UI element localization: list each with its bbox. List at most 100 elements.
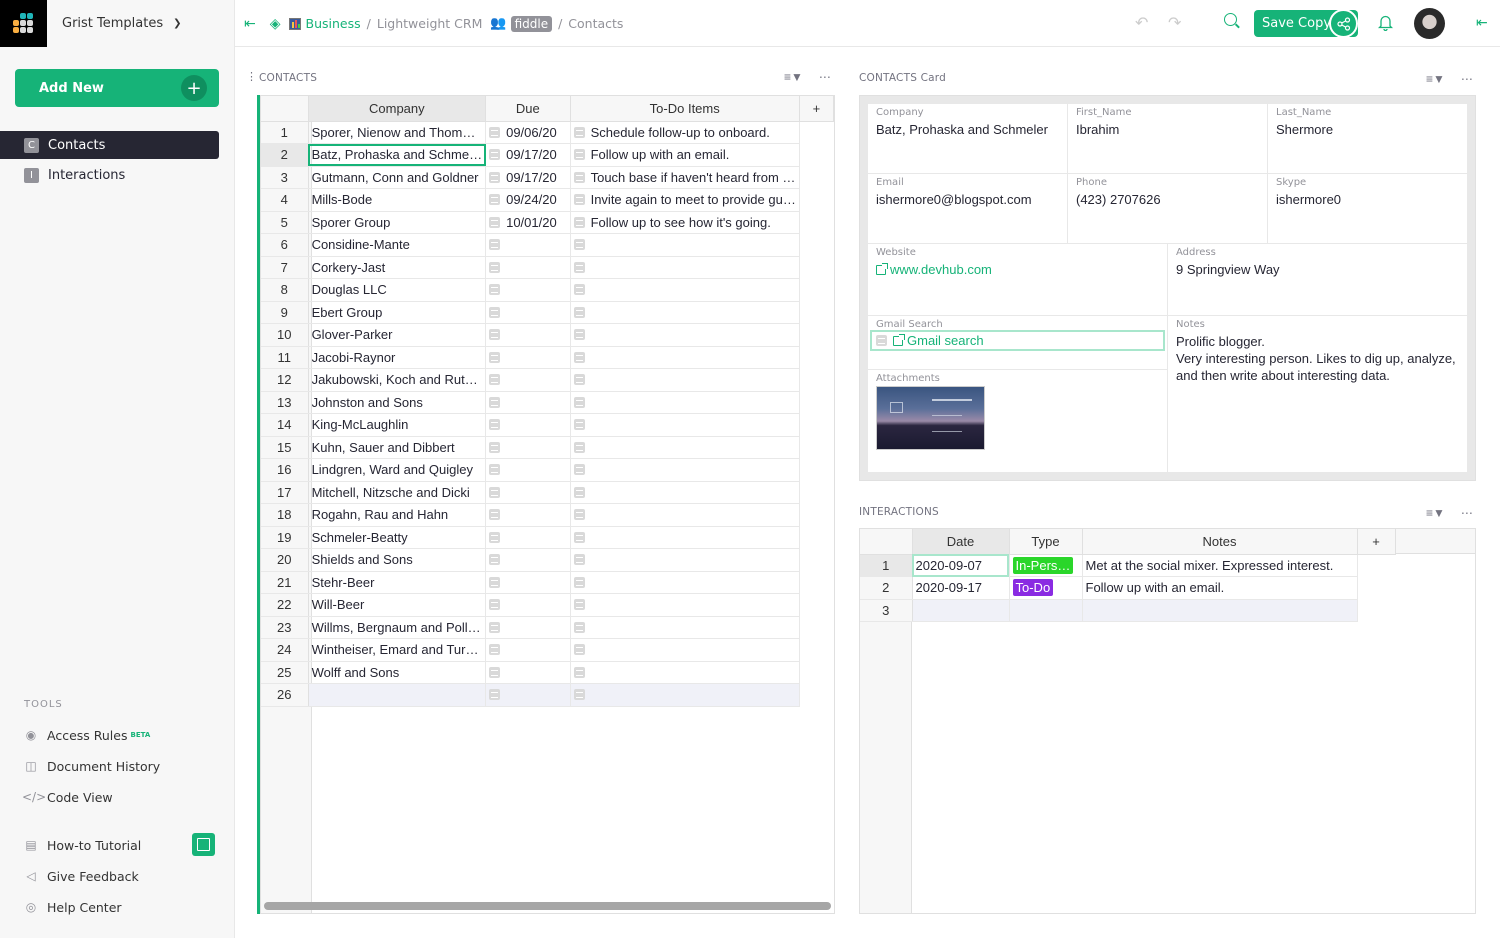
table-row[interactable]: 2 Batz, Prohaska and Schme… 09/17/20 Follow… [261, 143, 834, 167]
field-notes[interactable]: Notes Prolific blogger. Very interesting… [1168, 316, 1467, 472]
table-row[interactable]: 5 Sporer Group 10/01/20 Follow up to see ho… [261, 211, 834, 234]
table-row[interactable]: 15 Kuhn, Sauer and Dibbert [261, 436, 834, 459]
cell-company[interactable] [308, 683, 487, 707]
cell-due[interactable] [485, 616, 571, 639]
row-number[interactable]: 2 [860, 576, 913, 600]
cell-todo[interactable] [570, 661, 800, 684]
cell-company[interactable]: Corkery-Jast [308, 256, 487, 279]
cell-date[interactable] [912, 599, 1010, 622]
contacts-grid[interactable]: Company Due To-Do Items + 1 Sporer, Nieno… [260, 95, 835, 914]
bell-icon[interactable] [1377, 14, 1394, 36]
cell-company[interactable]: Batz, Prohaska and Schme… [308, 143, 487, 167]
cell-todo[interactable] [570, 391, 800, 414]
breadcrumb-workspace[interactable]: Business [306, 16, 361, 31]
collapse-right-panel-icon[interactable]: ⇤ [1476, 14, 1488, 31]
table-row[interactable]: 14 King-McLaughlin [261, 413, 834, 437]
row-number[interactable]: 11 [261, 346, 309, 369]
cell-due[interactable]: 09/17/20 [485, 166, 571, 189]
row-number[interactable]: 9 [261, 301, 309, 324]
sort-filter-icon[interactable]: ≡▼ [1426, 72, 1445, 86]
cell-type[interactable] [1009, 599, 1083, 622]
cell-todo[interactable] [570, 548, 800, 572]
table-row[interactable]: 4 Mills-Bode 09/24/20 Invite again to meet … [261, 188, 834, 212]
cell-due[interactable]: 09/24/20 [485, 188, 571, 212]
table-row[interactable]: 13 Johnston and Sons [261, 391, 834, 414]
cell-company[interactable]: Willms, Bergnaum and Poll… [308, 616, 487, 639]
cell-due[interactable] [485, 548, 571, 572]
drag-handle-icon[interactable]: ⋮ [246, 70, 257, 83]
cell-type[interactable]: To-Do [1009, 576, 1083, 600]
cell-due[interactable]: 10/01/20 [485, 211, 571, 234]
row-number[interactable]: 1 [860, 554, 913, 577]
table-row[interactable]: 20 Shields and Sons [261, 548, 834, 572]
row-number[interactable]: 22 [261, 593, 309, 617]
row-number[interactable]: 1 [261, 121, 309, 144]
row-number[interactable]: 6 [261, 233, 309, 257]
table-row[interactable]: 24 Wintheiser, Emard and Tur… [261, 638, 834, 662]
open-tutorial-button[interactable] [192, 833, 215, 856]
cell-date[interactable]: 2020-09-07 [912, 554, 1010, 577]
cell-company[interactable]: Glover-Parker [308, 323, 487, 347]
cell-todo[interactable] [570, 683, 800, 707]
field-website[interactable]: Website www.devhub.com [868, 244, 1168, 316]
field-first-name[interactable]: First_Name Ibrahim [1068, 104, 1268, 174]
column-header-due[interactable]: Due [485, 96, 571, 122]
row-number[interactable]: 3 [860, 599, 913, 622]
more-options-icon[interactable]: ⋯ [1461, 72, 1473, 86]
corner-cell[interactable] [261, 96, 309, 122]
help-how-to-tutorial[interactable]: ▤ How-to Tutorial [22, 833, 141, 857]
interactions-grid[interactable]: Date Type Notes + 1 2020-09-07 In-Pers… Met… [859, 528, 1476, 914]
cell-todo[interactable] [570, 593, 800, 617]
cell-due[interactable] [485, 503, 571, 527]
cell-todo[interactable] [570, 638, 800, 662]
row-number[interactable]: 5 [261, 211, 309, 234]
sort-filter-icon[interactable]: ≡▼ [784, 70, 803, 84]
column-header-type[interactable]: Type [1009, 529, 1083, 555]
cell-todo[interactable] [570, 413, 800, 437]
row-number[interactable]: 4 [261, 188, 309, 212]
cell-company[interactable]: Wolff and Sons [308, 661, 487, 684]
row-number[interactable]: 12 [261, 368, 309, 392]
field-address[interactable]: Address 9 Springview Way [1168, 244, 1467, 316]
field-phone[interactable]: Phone (423) 2707626 [1068, 174, 1268, 244]
grist-logo[interactable] [0, 0, 47, 47]
help-help-center[interactable]: ◎ Help Center [22, 895, 122, 919]
cell-todo[interactable] [570, 368, 800, 392]
cell-todo[interactable] [570, 256, 800, 279]
layers-icon[interactable]: ◈ [270, 16, 281, 32]
row-number[interactable]: 8 [261, 278, 309, 302]
table-row[interactable]: 10 Glover-Parker [261, 323, 834, 347]
row-number[interactable]: 13 [261, 391, 309, 414]
table-row[interactable]: 12 Jakubowski, Koch and Rut… [261, 368, 834, 392]
cell-due[interactable] [485, 436, 571, 459]
cell-notes[interactable]: Follow up with an email. [1082, 576, 1358, 600]
cell-due[interactable] [485, 323, 571, 347]
cell-todo[interactable]: Follow up with an email. [570, 143, 800, 167]
cell-todo[interactable]: Touch base if haven't heard from … [570, 166, 800, 189]
cell-todo[interactable] [570, 503, 800, 527]
column-header-company[interactable]: Company [308, 96, 487, 122]
horizontal-scrollbar[interactable] [264, 902, 831, 910]
save-copy-button[interactable]: Save Copy [1254, 9, 1358, 38]
cell-company[interactable]: Schmeler-Beatty [308, 526, 487, 549]
tool-document-history[interactable]: ◫ Document History [22, 754, 160, 778]
cell-company[interactable]: Jakubowski, Koch and Rut… [308, 368, 487, 392]
row-number[interactable]: 10 [261, 323, 309, 347]
cell-notes[interactable] [1082, 599, 1358, 622]
field-skype[interactable]: Skype ishermore0 [1268, 174, 1467, 244]
cell-company[interactable]: Kuhn, Sauer and Dibbert [308, 436, 487, 459]
gmail-search-link[interactable]: Gmail search [870, 330, 1165, 351]
breadcrumb-page[interactable]: Contacts [568, 16, 623, 31]
cell-todo[interactable] [570, 571, 800, 594]
cell-company[interactable]: Wintheiser, Emard and Tur… [308, 638, 487, 662]
table-row[interactable]: 1 2020-09-07 In-Pers… Met at the social mix… [860, 554, 1395, 577]
table-row[interactable]: 23 Willms, Bergnaum and Poll… [261, 616, 834, 639]
cell-company[interactable]: Sporer, Nienow and Thom… [308, 121, 487, 144]
page-item-interactions[interactable]: I Interactions [0, 161, 219, 189]
field-last-name[interactable]: Last_Name Shermore [1268, 104, 1467, 174]
table-row[interactable]: 3 [860, 599, 1395, 622]
cell-todo[interactable] [570, 346, 800, 369]
table-row[interactable]: 26 [261, 683, 834, 707]
cell-due[interactable] [485, 391, 571, 414]
cell-due[interactable] [485, 458, 571, 482]
